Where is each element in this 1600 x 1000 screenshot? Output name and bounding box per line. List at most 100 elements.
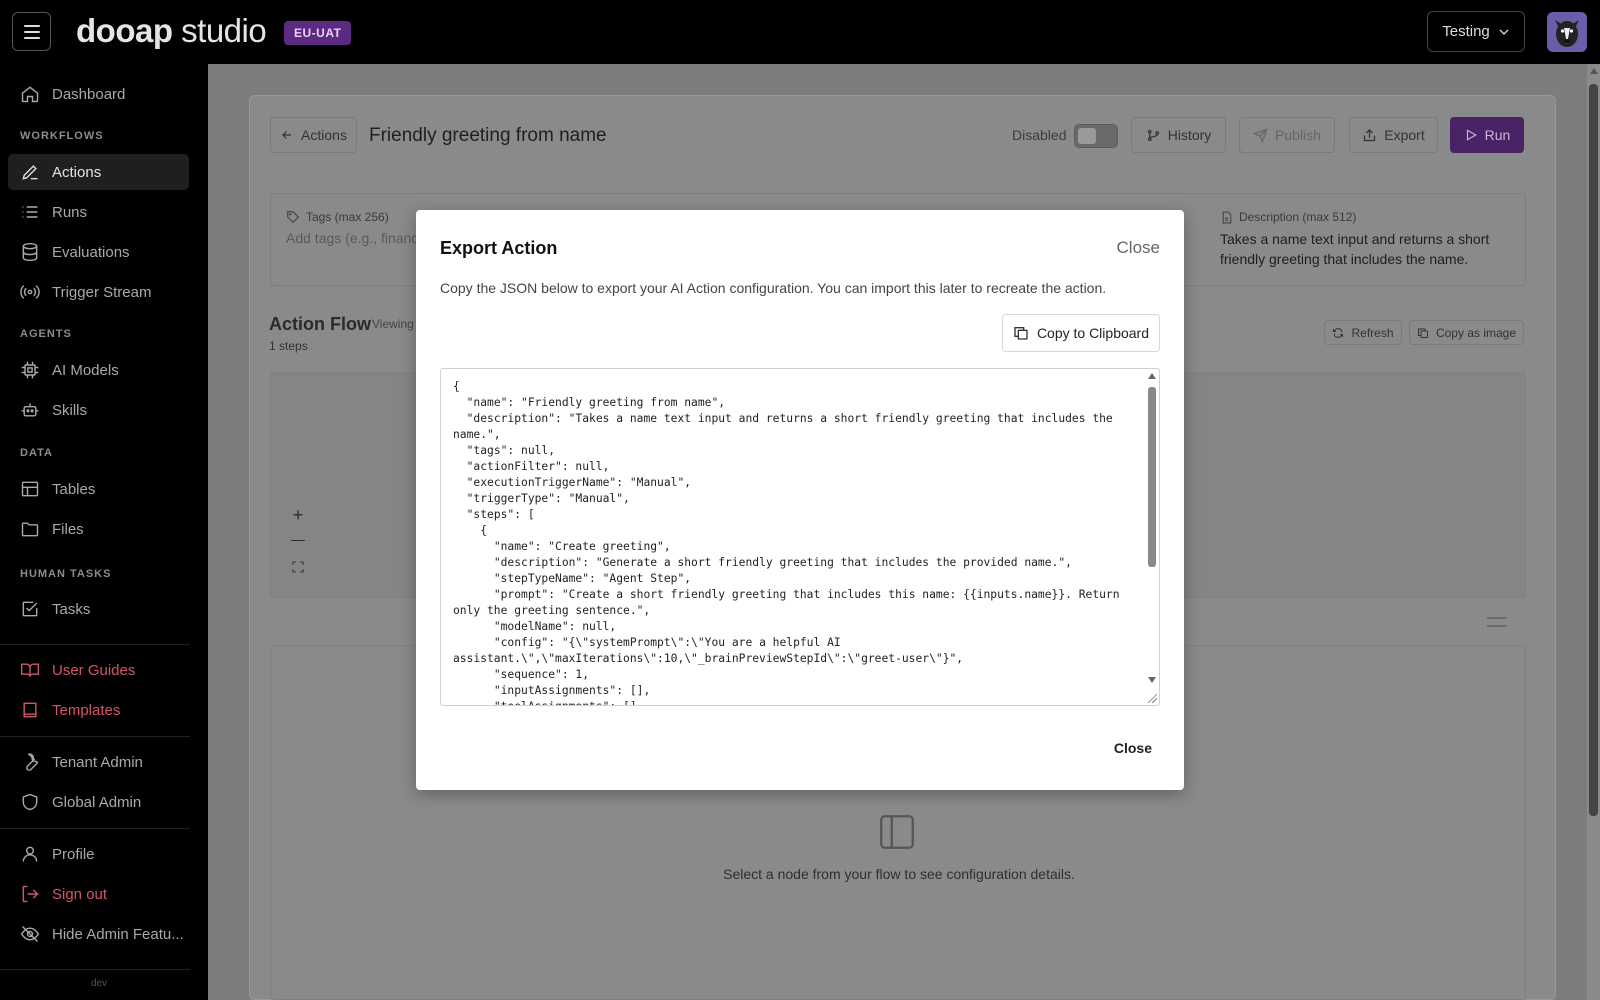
refresh-label: Refresh (1351, 325, 1394, 340)
table-icon (21, 481, 39, 497)
sidebar-item-profile[interactable]: Profile (8, 836, 189, 872)
sidebar-item-hide-admin[interactable]: Hide Admin Featu... (8, 916, 189, 952)
divider (0, 736, 190, 737)
top-bar: dooap studio EU-UAT Testing (0, 0, 1600, 64)
empty-detail-text: Select a node from your flow to see conf… (723, 866, 1075, 882)
section-heading-workflows: WORKFLOWS (20, 130, 104, 142)
logout-icon (22, 885, 39, 903)
sidebar-item-label: User Guides (52, 661, 136, 679)
checkbox-icon (22, 601, 38, 617)
description-label: Description (max 512) (1220, 210, 1356, 224)
json-textarea[interactable]: { "name": "Friendly greeting from name",… (440, 368, 1160, 706)
back-to-actions-button[interactable]: Actions (270, 117, 357, 153)
sidebar-item-tenant-admin[interactable]: Tenant Admin (8, 744, 189, 780)
menu-icon (23, 24, 40, 27)
sidebar-item-ai-models[interactable]: AI Models (8, 352, 189, 388)
sidebar-item-tables[interactable]: Tables (8, 471, 189, 507)
sidebar-item-label: Files (52, 520, 84, 538)
sidebar-item-files[interactable]: Files (8, 511, 189, 547)
zoom-out-button[interactable]: — (291, 531, 305, 557)
description-value[interactable]: Takes a name text input and returns a sh… (1220, 229, 1510, 269)
tenant-label: Testing (1442, 23, 1490, 40)
document-icon (1222, 211, 1232, 223)
logo-text: dooap (76, 12, 173, 49)
publish-button[interactable]: Publish (1239, 117, 1335, 153)
app-logo[interactable]: dooap studio (76, 12, 267, 50)
sidebar-item-label: Tasks (52, 600, 91, 618)
run-button[interactable]: Run (1450, 117, 1524, 153)
tags-input[interactable]: Add tags (e.g., financ (286, 230, 416, 246)
sidebar-item-label: Tables (52, 480, 96, 498)
sidebar-item-runs[interactable]: Runs (8, 194, 189, 230)
eye-off-icon (20, 925, 40, 943)
close-button[interactable]: Close (1114, 740, 1152, 756)
arrow-left-icon (282, 131, 292, 139)
git-branch-icon (1147, 129, 1159, 141)
menu-toggle-button[interactable] (12, 12, 51, 51)
back-label: Actions (301, 127, 347, 143)
export-button[interactable]: Export (1349, 117, 1438, 153)
refresh-icon (1333, 327, 1344, 338)
sidebar-item-label: Evaluations (52, 243, 130, 261)
copy-as-image-button[interactable]: Copy as image (1409, 320, 1524, 345)
sidebar-item-label: Runs (52, 203, 88, 221)
sidebar: Dashboard WORKFLOWS Actions Runs Evaluat… (0, 64, 208, 1000)
pencil-icon (22, 165, 38, 180)
sidebar-item-label: Actions (52, 163, 102, 181)
user-avatar[interactable] (1547, 12, 1587, 52)
json-scroll-down-arrow[interactable] (1148, 677, 1156, 683)
copy-icon (1014, 327, 1028, 340)
user-icon (22, 846, 38, 862)
chevron-down-icon (1499, 28, 1509, 35)
json-scroll-thumb[interactable] (1148, 387, 1156, 567)
section-heading-agents: AGENTS (20, 328, 72, 340)
environment-badge: EU-UAT (284, 21, 352, 45)
tag-icon (287, 211, 300, 224)
sidebar-item-label: Hide Admin Featu... (52, 925, 184, 943)
broadcast-icon (20, 285, 40, 299)
page-scrollbar[interactable] (1587, 64, 1600, 1000)
sidebar-item-dashboard[interactable]: Dashboard (8, 76, 189, 112)
sidebar-item-sign-out[interactable]: Sign out (8, 876, 189, 912)
json-scroll-up-arrow[interactable] (1148, 373, 1156, 379)
scroll-thumb[interactable] (1589, 84, 1598, 816)
sidebar-item-templates[interactable]: Templates (8, 692, 189, 728)
section-heading-data: DATA (20, 447, 53, 459)
action-flow-title: Action Flow (269, 314, 371, 334)
history-label: History (1167, 127, 1212, 143)
publish-label: Publish (1275, 127, 1321, 143)
menu-icon (23, 30, 40, 33)
sidebar-item-trigger-stream[interactable]: Trigger Stream (8, 274, 189, 310)
close-link-top[interactable]: Close (1117, 238, 1160, 258)
zoom-in-button[interactable]: + (293, 505, 304, 531)
sidebar-item-label: AI Models (52, 361, 119, 379)
scroll-up-arrow[interactable] (1590, 68, 1598, 74)
refresh-button[interactable]: Refresh (1324, 320, 1402, 345)
fit-view-icon (292, 561, 304, 573)
copy-image-label: Copy as image (1435, 325, 1517, 340)
copy-to-clipboard-button[interactable]: Copy to Clipboard (1001, 314, 1160, 352)
fit-view-button[interactable] (292, 557, 304, 583)
resize-handle[interactable] (1147, 693, 1157, 703)
sidebar-item-tasks[interactable]: Tasks (8, 591, 189, 627)
history-button[interactable]: History (1131, 117, 1226, 153)
tenant-selector[interactable]: Testing (1427, 11, 1525, 52)
enabled-toggle[interactable] (1074, 124, 1118, 148)
divider (0, 644, 190, 645)
sidebar-item-global-admin[interactable]: Global Admin (8, 784, 189, 820)
drag-handle[interactable] (1487, 617, 1507, 627)
copy-icon (1417, 328, 1428, 338)
run-label: Run (1484, 127, 1511, 143)
sidebar-item-user-guides[interactable]: User Guides (8, 652, 189, 688)
version-label: dev (90, 978, 108, 989)
sidebar-item-label: Tenant Admin (52, 753, 143, 771)
sidebar-item-actions[interactable]: Actions (8, 154, 189, 190)
sidebar-panel-icon (876, 811, 918, 858)
json-scrollbar[interactable] (1146, 371, 1158, 703)
dialog-description: Copy the JSON below to export your AI Ac… (440, 280, 1107, 296)
sidebar-item-evaluations[interactable]: Evaluations (8, 234, 189, 270)
logo-subtext: studio (172, 12, 267, 49)
avatar-dog-icon (1555, 20, 1579, 47)
open-book-icon (20, 663, 40, 677)
sidebar-item-skills[interactable]: Skills (8, 392, 189, 428)
